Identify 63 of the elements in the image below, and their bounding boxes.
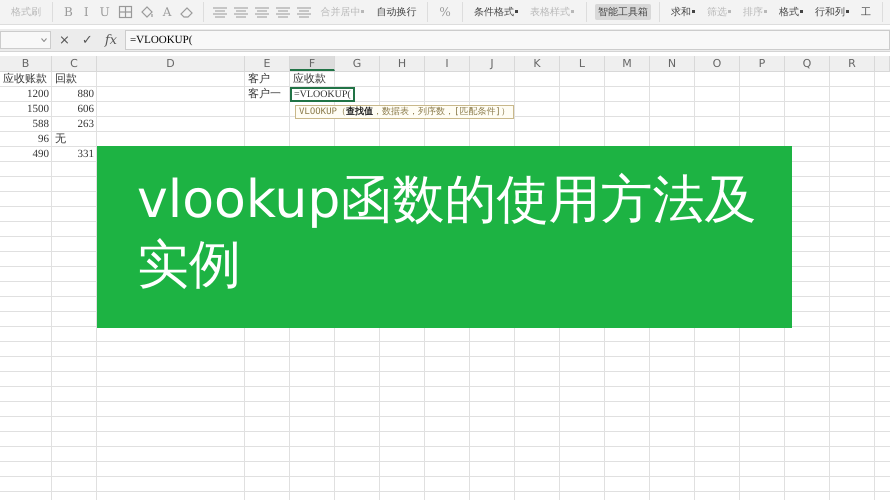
toolbar-button[interactable]: 行和列 xyxy=(812,4,853,20)
table-cell[interactable]: 无 xyxy=(52,132,97,147)
align-icon[interactable] xyxy=(254,5,270,19)
align-icon[interactable] xyxy=(296,5,312,19)
column-header[interactable]: F xyxy=(290,56,335,71)
function-tooltip: VLOOKUP（查找值，数据表，列序数，[匹配条件]） xyxy=(295,105,514,119)
column-header[interactable]: B xyxy=(0,56,52,71)
align-icon[interactable] xyxy=(275,5,292,19)
column-header[interactable]: P xyxy=(740,56,785,71)
table-cell[interactable]: 606 xyxy=(52,102,97,117)
table-cell[interactable]: 588 xyxy=(0,117,52,132)
toolbar-button[interactable]: 自动换行 xyxy=(373,4,420,20)
table-cell[interactable]: =VLOOKUP( xyxy=(290,87,355,102)
table-cell[interactable]: 1500 xyxy=(0,102,52,117)
column-header[interactable]: K xyxy=(515,56,560,71)
column-header[interactable]: R xyxy=(830,56,875,71)
dropdown-icon xyxy=(692,10,696,14)
align-icon[interactable] xyxy=(233,5,250,19)
table-cell[interactable]: 应收款 xyxy=(290,72,335,87)
dropdown-icon xyxy=(514,10,519,14)
dropdown-icon xyxy=(570,10,575,14)
dropdown-icon xyxy=(41,38,47,42)
toolbar-button[interactable]: 条件格式 xyxy=(470,4,522,20)
fill-icon[interactable] xyxy=(138,5,155,19)
dropdown-icon xyxy=(800,10,804,14)
toolbar-button[interactable]: 工 xyxy=(858,4,874,20)
column-header[interactable]: Q xyxy=(785,56,830,71)
column-header[interactable]: N xyxy=(650,56,695,71)
toolbox-button[interactable]: 智能工具箱 xyxy=(594,4,651,20)
column-header[interactable]: D xyxy=(97,56,245,71)
table-cell[interactable]: 1200 xyxy=(0,87,52,102)
column-header[interactable]: H xyxy=(380,56,425,71)
table-cell[interactable]: 客户一 xyxy=(245,87,290,102)
table-cell[interactable]: 490 xyxy=(0,147,52,162)
toolbar-button[interactable]: 求和 xyxy=(668,4,699,20)
formula-input[interactable]: =VLOOKUP( xyxy=(124,30,890,50)
table-cell[interactable]: 880 xyxy=(52,87,97,102)
column-header[interactable]: L xyxy=(560,56,605,71)
banner-title: vlookup函数的使用方法及实例 xyxy=(137,169,758,297)
table-cell[interactable]: 331 xyxy=(52,147,97,162)
eraser-icon[interactable] xyxy=(179,5,196,19)
table-cell[interactable]: 客户 xyxy=(245,72,290,87)
table-cell[interactable]: 263 xyxy=(52,117,97,132)
column-header[interactable]: I xyxy=(425,56,470,71)
column-header[interactable]: M xyxy=(605,56,650,71)
dropdown-icon xyxy=(728,10,732,14)
column-header[interactable]: J xyxy=(470,56,515,71)
formula-button[interactable]: × xyxy=(55,32,74,48)
column-header[interactable]: G xyxy=(335,56,380,71)
name-box[interactable] xyxy=(0,31,51,49)
formula-button[interactable]: ✓ xyxy=(78,32,97,48)
toolbar-button[interactable]: 格式 xyxy=(776,4,807,20)
align-icon[interactable] xyxy=(212,5,228,19)
table-cell[interactable]: 回款 xyxy=(52,72,97,87)
table-cell[interactable]: 应收账款 xyxy=(0,72,52,87)
border-icon[interactable] xyxy=(118,5,134,19)
table-cell[interactable]: 96 xyxy=(0,132,52,147)
dropdown-icon xyxy=(361,10,366,14)
column-header[interactable]: C xyxy=(52,56,97,71)
dropdown-icon xyxy=(764,10,768,14)
formula-button[interactable]: fx xyxy=(100,32,121,48)
column-header[interactable]: O xyxy=(695,56,740,71)
dropdown-icon xyxy=(846,10,850,14)
